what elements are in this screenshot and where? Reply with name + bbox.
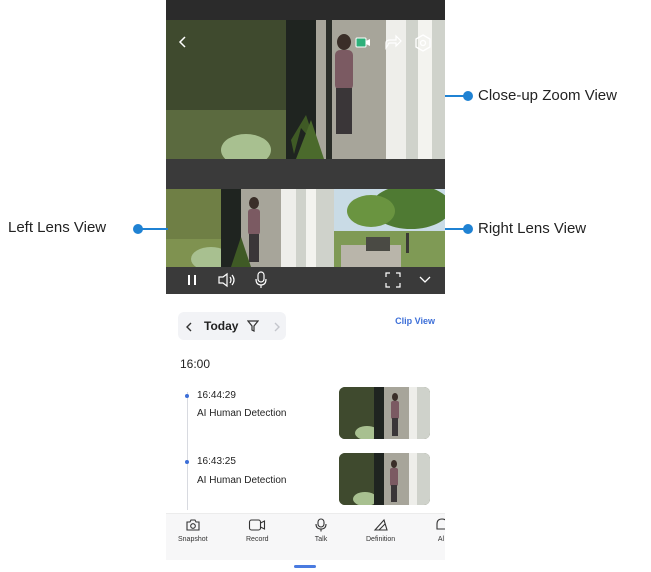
talk-button[interactable]: Talk — [314, 518, 328, 543]
back-icon[interactable] — [176, 35, 190, 49]
definition-button[interactable]: Definition — [366, 518, 395, 543]
filter-icon[interactable] — [246, 319, 260, 333]
mic-icon[interactable] — [254, 271, 268, 289]
definition-icon — [373, 518, 388, 531]
recording-badge-icon — [355, 37, 371, 48]
status-bar — [166, 0, 445, 20]
snapshot-button[interactable]: Snapshot — [178, 518, 208, 543]
camera-icon — [186, 519, 200, 531]
phone-screen: Today Clip View 16:00 16:44:29 AI Human … — [166, 0, 445, 572]
next-day-icon[interactable] — [272, 320, 282, 332]
pause-icon[interactable] — [186, 273, 198, 287]
zoom-view-scene — [166, 20, 445, 159]
fullscreen-icon[interactable] — [385, 272, 401, 288]
event-label[interactable]: AI Human Detection — [197, 475, 287, 486]
snapshot-label: Snapshot — [178, 536, 208, 543]
date-label[interactable]: Today — [204, 319, 238, 333]
home-indicator — [294, 565, 316, 568]
chevron-down-icon[interactable] — [418, 274, 432, 286]
zoom-callout-label: Close-up Zoom View — [478, 87, 617, 104]
record-label: Record — [246, 536, 269, 543]
video-divider — [166, 159, 445, 189]
left-callout-dot — [133, 224, 143, 234]
event-dot — [185, 460, 189, 464]
ai-label: Al — [437, 536, 445, 543]
talk-label: Talk — [314, 536, 328, 543]
event-label[interactable]: AI Human Detection — [197, 408, 287, 419]
dual-lens-scene — [166, 189, 445, 267]
record-icon — [249, 519, 266, 531]
event-thumbnail[interactable] — [339, 453, 430, 505]
settings-icon[interactable] — [414, 34, 432, 52]
definition-label: Definition — [366, 536, 396, 543]
zoom-view-video[interactable] — [166, 20, 445, 159]
record-button[interactable]: Record — [246, 518, 269, 543]
clip-view-link[interactable]: Clip View — [395, 316, 435, 326]
event-dot — [185, 394, 189, 398]
date-selector: Today — [178, 312, 286, 340]
prev-day-icon[interactable] — [184, 320, 194, 332]
left-callout-label: Left Lens View — [8, 219, 107, 236]
zoom-callout-dot — [463, 91, 473, 101]
share-icon[interactable] — [384, 34, 402, 50]
event-time: 16:44:29 — [197, 390, 236, 401]
volume-icon[interactable] — [217, 272, 237, 288]
right-callout-dot — [463, 224, 473, 234]
ai-icon — [436, 518, 445, 530]
dual-lens-video[interactable] — [166, 189, 445, 267]
event-thumbnail[interactable] — [339, 387, 430, 439]
ai-button[interactable]: Al — [434, 518, 445, 543]
player-controls — [166, 267, 445, 294]
right-callout-label: Right Lens View — [478, 220, 587, 237]
mic-icon — [315, 518, 327, 532]
timeline-line — [187, 392, 188, 510]
hour-header: 16:00 — [180, 357, 211, 371]
event-time: 16:43:25 — [197, 456, 236, 467]
bottom-toolbar: Snapshot Record Talk Definition Al — [166, 513, 445, 560]
